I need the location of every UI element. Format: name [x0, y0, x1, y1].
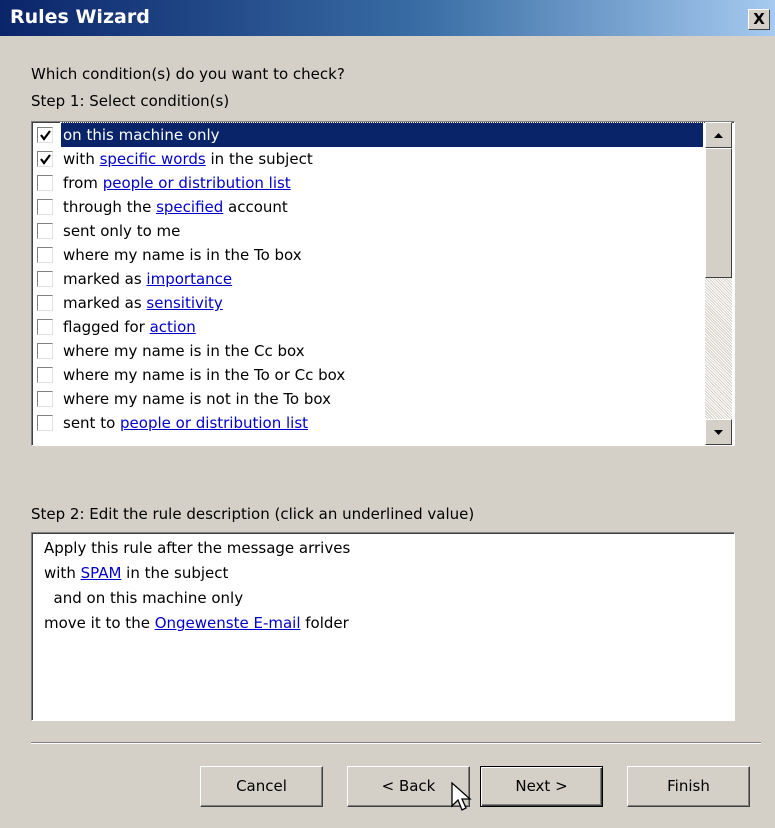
checkbox-unchecked[interactable]: [37, 175, 53, 191]
rule-text-part: move it to the: [44, 614, 155, 632]
checkbox-checked[interactable]: [37, 127, 53, 143]
cancel-button[interactable]: Cancel: [200, 766, 323, 807]
condition-row[interactable]: flagged for action: [35, 315, 703, 339]
condition-row[interactable]: where my name is in the To or Cc box: [35, 363, 703, 387]
checkbox-unchecked[interactable]: [37, 199, 53, 215]
checkmark-icon: [40, 154, 51, 165]
checkbox-unchecked[interactable]: [37, 271, 53, 287]
rule-value-link[interactable]: Ongewenste E-mail: [155, 614, 301, 632]
rule-text-part: Apply this rule after the message arrive…: [44, 539, 351, 557]
arrow-up-icon: [714, 133, 723, 138]
checkbox-unchecked[interactable]: [37, 319, 53, 335]
checkbox-checked[interactable]: [37, 151, 53, 167]
condition-text: on this machine only: [60, 122, 704, 148]
scroll-up-button[interactable]: [705, 122, 732, 148]
condition-text: where my name is in the Cc box: [61, 339, 307, 363]
condition-value-link[interactable]: specific words: [100, 150, 206, 168]
condition-row[interactable]: through the specified account: [35, 195, 703, 219]
condition-row[interactable]: marked as importance: [35, 267, 703, 291]
condition-text-part: marked as: [63, 294, 147, 312]
rule-text-part: and on this machine only: [44, 589, 244, 607]
condition-text: where my name is in the To box: [61, 243, 304, 267]
condition-text: marked as sensitivity: [61, 291, 225, 315]
mouse-pointer-icon: [451, 782, 472, 811]
condition-text: sent only to me: [61, 219, 182, 243]
condition-value-link[interactable]: sensitivity: [146, 294, 222, 312]
condition-text-part: where my name is in the Cc box: [63, 342, 305, 360]
conditions-scrollbar[interactable]: [705, 122, 732, 445]
close-button[interactable]: X: [748, 9, 770, 30]
step1-label: Step 1: Select condition(s): [31, 92, 230, 110]
scroll-thumb[interactable]: [705, 148, 732, 278]
conditions-list[interactable]: on this machine only with specific words …: [31, 121, 735, 446]
condition-value-link[interactable]: people or distribution list: [103, 174, 291, 192]
condition-text-part: account: [223, 198, 288, 216]
condition-text-part: through the: [63, 198, 157, 216]
condition-text: from people or distribution list: [61, 171, 293, 195]
checkmark-icon: [40, 130, 51, 141]
condition-text-part: from: [63, 174, 103, 192]
condition-text: marked as importance: [61, 267, 234, 291]
condition-text-part: marked as: [63, 270, 147, 288]
condition-row[interactable]: where my name is in the Cc box: [35, 339, 703, 363]
condition-text-part: sent only to me: [63, 222, 181, 240]
condition-text-part: where my name is in the To or Cc box: [63, 366, 346, 384]
condition-text: flagged for action: [61, 315, 198, 339]
condition-text: where my name is in the To or Cc box: [61, 363, 347, 387]
condition-text-part: in the subject: [205, 150, 313, 168]
rule-value-link[interactable]: SPAM: [81, 564, 122, 582]
checkbox-unchecked[interactable]: [37, 295, 53, 311]
condition-row[interactable]: with specific words in the subject: [35, 147, 703, 171]
rules-wizard-dialog: Rules Wizard X Which condition(s) do you…: [0, 0, 775, 828]
arrow-down-icon: [714, 430, 723, 435]
condition-text-part: flagged for: [63, 318, 150, 336]
finish-button[interactable]: Finish: [627, 766, 750, 807]
condition-question: Which condition(s) do you want to check?: [31, 65, 345, 83]
rule-description-line: and on this machine only: [44, 589, 244, 607]
next-button[interactable]: Next >: [480, 766, 603, 807]
step2-label: Step 2: Edit the rule description (click…: [31, 505, 475, 523]
condition-row[interactable]: from people or distribution list: [35, 171, 703, 195]
condition-value-link[interactable]: importance: [146, 270, 232, 288]
condition-text-part: sent to: [63, 414, 121, 432]
condition-text: where my name is not in the To box: [61, 387, 333, 411]
checkbox-unchecked[interactable]: [37, 391, 53, 407]
checkbox-unchecked[interactable]: [37, 247, 53, 263]
rule-description-line: with SPAM in the subject: [44, 564, 228, 582]
condition-text: with specific words in the subject: [61, 147, 315, 171]
rule-description-line: move it to the Ongewenste E-mail folder: [44, 614, 349, 632]
condition-text: through the specified account: [61, 195, 290, 219]
window-title: Rules Wizard: [10, 6, 150, 28]
scroll-down-button[interactable]: [705, 419, 732, 445]
condition-value-link[interactable]: people or distribution list: [120, 414, 308, 432]
condition-row[interactable]: sent to people or distribution list: [35, 411, 703, 435]
checkbox-unchecked[interactable]: [37, 367, 53, 383]
checkbox-unchecked[interactable]: [37, 223, 53, 239]
condition-row[interactable]: where my name is in the To box: [35, 243, 703, 267]
rule-text-part: with: [44, 564, 81, 582]
condition-row[interactable]: sent only to me: [35, 219, 703, 243]
condition-row[interactable]: marked as sensitivity: [35, 291, 703, 315]
condition-text: sent to people or distribution list: [61, 411, 310, 435]
rule-text-part: folder: [300, 614, 349, 632]
button-separator: [31, 742, 761, 744]
condition-text-part: where my name is in the To box: [63, 246, 302, 264]
condition-row[interactable]: on this machine only: [35, 122, 704, 148]
rule-description-line: Apply this rule after the message arrive…: [44, 539, 350, 557]
rule-description-box: Apply this rule after the message arrive…: [31, 532, 735, 721]
checkbox-unchecked[interactable]: [37, 343, 53, 359]
condition-text-part: with: [63, 150, 100, 168]
condition-text-part: on this machine only: [63, 126, 220, 144]
checkbox-unchecked[interactable]: [37, 415, 53, 431]
condition-text-part: where my name is not in the To box: [63, 390, 331, 408]
title-bar[interactable]: Rules Wizard X: [0, 0, 775, 36]
condition-row[interactable]: where my name is not in the To box: [35, 387, 703, 411]
rule-text-part: in the subject: [121, 564, 229, 582]
condition-value-link[interactable]: specified: [156, 198, 223, 216]
condition-value-link[interactable]: action: [150, 318, 196, 336]
